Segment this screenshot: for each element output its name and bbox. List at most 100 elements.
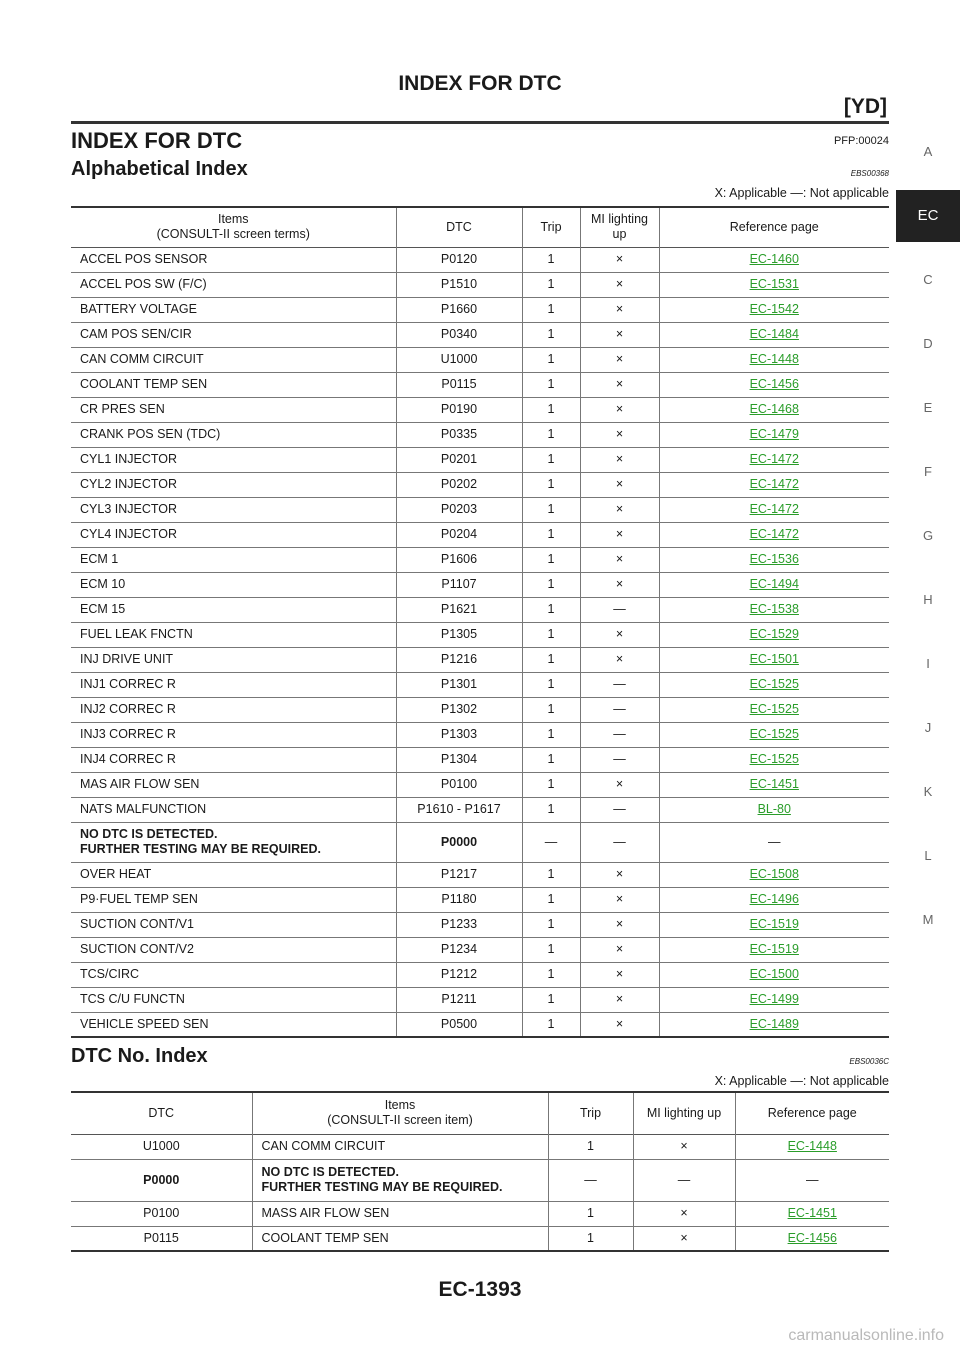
trip-cell: 1 <box>521 962 580 987</box>
trip-cell: 1 <box>521 322 580 347</box>
mi-lighting-cell: × <box>579 522 659 547</box>
reference-page-link[interactable]: EC-1525 <box>750 727 799 741</box>
table-row: P0000 NO DTC IS DETECTED. FURTHER TESTING … <box>71 1159 889 1201</box>
reference-page-link[interactable]: EC-1519 <box>750 942 799 956</box>
reference-page-link[interactable]: EC-1525 <box>750 677 799 691</box>
reference-page-link[interactable]: EC-1525 <box>750 702 799 716</box>
reference-page-link[interactable]: EC-1536 <box>750 552 799 566</box>
table-row: CYL1 INJECTOR P0201 1 × EC-1472 <box>71 447 889 472</box>
reference-page-cell: EC-1468 <box>658 397 889 422</box>
header-rule <box>71 121 889 124</box>
reference-page-link[interactable]: EC-1494 <box>750 577 799 591</box>
reference-page-link[interactable]: EC-1499 <box>750 992 799 1006</box>
reference-page-link[interactable]: EC-1508 <box>750 867 799 881</box>
dtc-code-cell: P0000 <box>143 1172 180 1187</box>
reference-page-link[interactable]: BL-80 <box>758 802 791 816</box>
chapter-tab-h[interactable]: H <box>896 568 960 632</box>
dtc-code-cell: P1234 <box>395 937 522 962</box>
table-row: INJ1 CORREC R P1301 1— EC-1525 <box>71 672 889 697</box>
reference-page-link[interactable]: EC-1451 <box>788 1206 837 1220</box>
item-name-cell: ECM 1 <box>71 547 396 572</box>
dtc-code-cell: P0115 <box>395 372 522 397</box>
alphabetical-index-heading: Alphabetical Index <box>71 158 248 180</box>
item-name: MAS AIR FLOW SEN <box>80 777 200 791</box>
table-row: U1000 CAN COMM CIRCUIT 1 × EC-1448 <box>71 1134 889 1159</box>
dtc-code-cell: P0500 <box>395 1012 522 1037</box>
dtc-code-cell: P0190 <box>395 397 522 422</box>
reference-page-link[interactable]: EC-1456 <box>788 1231 837 1245</box>
chapter-tab-c[interactable]: C <box>896 248 960 312</box>
item-name-cell: ACCEL POS SENSOR <box>71 247 396 272</box>
chapter-tab-l[interactable]: L <box>896 824 960 888</box>
reference-page-link[interactable]: EC-1456 <box>750 377 799 391</box>
item-name: SUCTION CONT/V2 <box>80 942 194 956</box>
dtc-index-code: EBS0036C <box>849 1057 889 1066</box>
dtc-code-cell: P1610 - P1617 <box>395 797 522 822</box>
dtc-code-cell: P0204 <box>395 522 522 547</box>
item-name-cell: ECM 10 <box>71 572 396 597</box>
reference-page-link[interactable]: EC-1448 <box>750 352 799 366</box>
reference-page-link[interactable]: EC-1519 <box>750 917 799 931</box>
chapter-tab-m[interactable]: M <box>896 888 960 952</box>
item-name: CRANK POS SEN (TDC) <box>80 427 221 441</box>
item-name-cell: BATTERY VOLTAGE <box>71 297 396 322</box>
mi-lighting-cell: — <box>579 672 659 697</box>
chapter-tab-ec[interactable]: EC <box>896 190 960 242</box>
chapter-tab-e[interactable]: E <box>896 376 960 440</box>
reference-page-link[interactable]: EC-1489 <box>750 1017 799 1031</box>
reference-page-cell: EC-1525 <box>658 697 889 722</box>
reference-page-link[interactable]: EC-1472 <box>750 452 799 466</box>
item-name-cell: P9·FUEL TEMP SEN <box>71 887 396 912</box>
reference-page-cell: EC-1451 <box>734 1201 889 1226</box>
chapter-tab-i[interactable]: I <box>896 632 960 696</box>
reference-page-link[interactable]: EC-1501 <box>750 652 799 666</box>
reference-page-link[interactable]: EC-1500 <box>750 967 799 981</box>
item-name: ACCEL POS SENSOR <box>80 252 208 266</box>
trip-cell: 1 <box>521 597 580 622</box>
chapter-tab-a[interactable]: A <box>896 120 960 184</box>
reference-page-link[interactable]: EC-1484 <box>750 327 799 341</box>
reference-page-link[interactable]: EC-1468 <box>750 402 799 416</box>
table-row: ECM 1 P1606 1 × EC-1536 <box>71 547 889 572</box>
trip-cell: 1 <box>521 272 580 297</box>
mi-lighting-cell: — <box>632 1159 735 1201</box>
chapter-tab-j[interactable]: J <box>896 696 960 760</box>
trip-cell: 1 <box>547 1201 633 1226</box>
table-row: INJ3 CORREC R P1303 1— EC-1525 <box>71 722 889 747</box>
chapter-tab-d[interactable]: D <box>896 312 960 376</box>
table-row: INJ2 CORREC R P1302 1— EC-1525 <box>71 697 889 722</box>
reference-page-link[interactable]: EC-1529 <box>750 627 799 641</box>
reference-page-link[interactable]: EC-1538 <box>750 602 799 616</box>
reference-page-link[interactable]: EC-1531 <box>750 277 799 291</box>
reference-page-link[interactable]: EC-1472 <box>750 527 799 541</box>
dtc-code-cell: P1216 <box>395 647 522 672</box>
reference-page-value: — <box>768 834 781 849</box>
table-row: MAS AIR FLOW SEN P0100 1 × EC-1451 <box>71 772 889 797</box>
chapter-tab-g[interactable]: G <box>896 504 960 568</box>
reference-page-cell: EC-1472 <box>658 497 889 522</box>
mi-lighting-cell: × <box>579 347 659 372</box>
reference-page-link[interactable]: EC-1472 <box>750 502 799 516</box>
table-row: TCS/CIRC P1212 1 × EC-1500 <box>71 962 889 987</box>
item-name: ECM 1 <box>80 552 119 566</box>
reference-page-link[interactable]: EC-1525 <box>750 752 799 766</box>
item-name: CAM POS SEN/CIR <box>80 327 192 341</box>
reference-page-link[interactable]: EC-1542 <box>750 302 799 316</box>
trip-cell: 1 <box>521 447 580 472</box>
chapter-tab-k[interactable]: K <box>896 760 960 824</box>
reference-page-cell: EC-1525 <box>658 747 889 772</box>
dtc-code-cell: U1000 <box>395 347 522 372</box>
reference-page-link[interactable]: EC-1451 <box>750 777 799 791</box>
chapter-tab-f[interactable]: F <box>896 440 960 504</box>
reference-page-link[interactable]: EC-1472 <box>750 477 799 491</box>
item-name-cell: VEHICLE SPEED SEN <box>71 1012 396 1037</box>
item-name-line2: FURTHER TESTING MAY BE REQUIRED. <box>80 842 321 856</box>
dtc-code-cell: P1212 <box>395 962 522 987</box>
reference-page-link[interactable]: EC-1479 <box>750 427 799 441</box>
reference-page-link[interactable]: EC-1460 <box>750 252 799 266</box>
reference-page-link[interactable]: EC-1496 <box>750 892 799 906</box>
item-name: CYL3 INJECTOR <box>80 502 178 516</box>
item-name-cell: FUEL LEAK FNCTN <box>71 622 396 647</box>
item-name-cell: COOLANT TEMP SEN <box>71 372 396 397</box>
reference-page-link[interactable]: EC-1448 <box>788 1139 837 1153</box>
